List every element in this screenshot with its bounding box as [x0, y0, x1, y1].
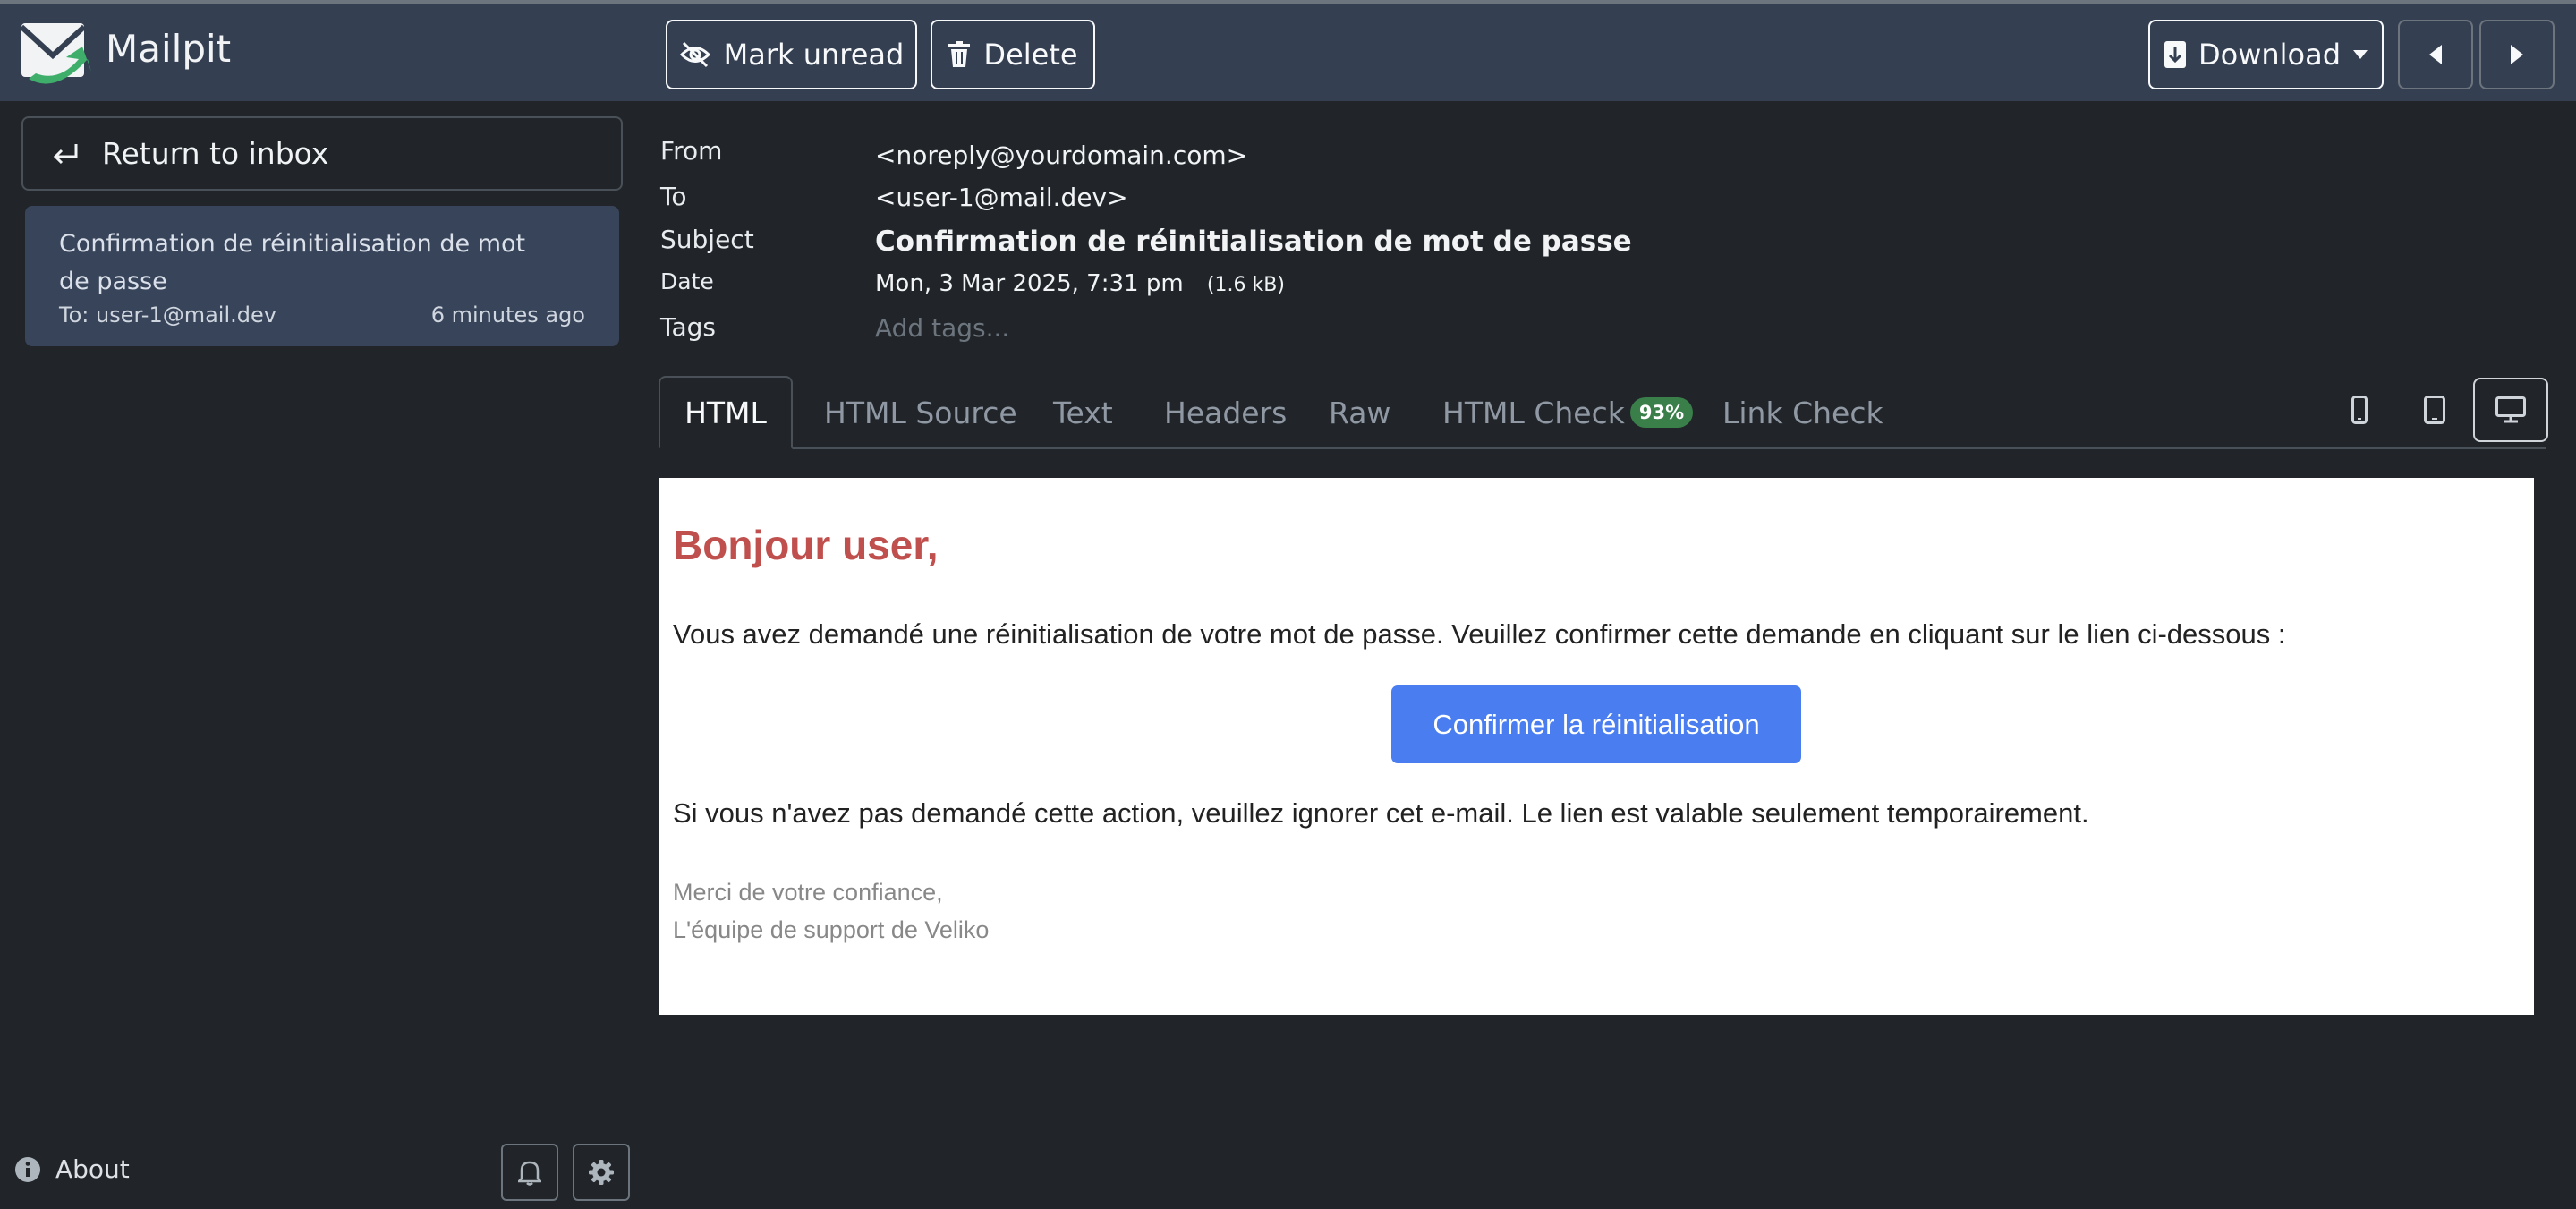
tab-html-source[interactable]: HTML Source: [824, 376, 1017, 449]
download-label: Download: [2198, 38, 2342, 72]
to-value: <user-1@mail.dev>: [875, 183, 1128, 212]
subject-value: Confirmation de réinitialisation de mot …: [875, 226, 1632, 258]
tags-label: Tags: [660, 312, 716, 342]
confirm-reset-button[interactable]: Confirmer la réinitialisation: [1391, 685, 1801, 763]
message-size: (1.6 kB): [1206, 274, 1285, 296]
caret-down-icon: [2353, 50, 2368, 59]
list-item-recipient: To: user-1@mail.dev: [59, 302, 276, 328]
caret-left-icon: [2429, 45, 2442, 64]
caret-right-icon: [2511, 45, 2523, 64]
mark-unread-label: Mark unread: [723, 38, 905, 72]
tab-text[interactable]: Text: [1053, 376, 1113, 449]
mailpit-logo-icon[interactable]: [20, 20, 93, 88]
email-heading: Bonjour user,: [673, 522, 939, 568]
about-link[interactable]: About: [14, 1154, 130, 1184]
html-check-score-badge: 93%: [1629, 397, 1694, 428]
tab-html-check[interactable]: HTML Check 93%: [1442, 376, 1694, 449]
tab-headers[interactable]: Headers: [1164, 376, 1287, 449]
tags-input[interactable]: Add tags...: [875, 313, 1009, 343]
delete-label: Delete: [983, 38, 1078, 72]
subject-label: Subject: [660, 225, 754, 254]
phone-icon: [2351, 396, 2368, 424]
previous-message-button[interactable]: [2398, 20, 2473, 89]
notifications-button[interactable]: [501, 1144, 558, 1201]
list-item-subject: Confirmation de réinitialisation de mot …: [59, 230, 526, 295]
email-paragraph-1: Vous avez demandé une réinitialisation d…: [673, 618, 2286, 650]
tablet-icon: [2424, 396, 2445, 424]
tab-html-check-label: HTML Check: [1442, 395, 1625, 430]
eye-slash-icon: [679, 41, 710, 68]
trash-icon: [948, 41, 971, 67]
delete-button[interactable]: Delete: [931, 20, 1095, 89]
about-label: About: [55, 1154, 130, 1184]
email-paragraph-2: Si vous n'avez pas demandé cette action,…: [673, 797, 2089, 829]
to-label: To: [660, 182, 687, 211]
date-value: Mon, 3 Mar 2025, 7:31 pm (1.6 kB): [875, 270, 1285, 297]
list-item-active-message[interactable]: Confirmation de réinitialisation de mot …: [25, 206, 619, 346]
signature-line-1: Merci de votre confiance,: [673, 879, 943, 906]
from-value: <noreply@yourdomain.com>: [875, 140, 1248, 170]
date-label: Date: [660, 268, 714, 294]
next-message-button[interactable]: [2479, 20, 2555, 89]
tab-link-check[interactable]: Link Check: [1722, 376, 1883, 449]
gear-icon: [589, 1160, 614, 1185]
navbar: Mailpit Mark unread Delete Download: [0, 4, 2576, 101]
download-button[interactable]: Download: [2148, 20, 2384, 89]
tab-raw[interactable]: Raw: [1329, 376, 1390, 449]
file-download-icon: [2164, 41, 2186, 68]
info-icon: [15, 1156, 40, 1182]
phone-view-button[interactable]: [2326, 378, 2393, 442]
list-item-time: 6 minutes ago: [430, 302, 585, 328]
return-to-inbox-button[interactable]: Return to inbox: [21, 116, 623, 191]
email-signature: Merci de votre confiance, L'équipe de su…: [673, 873, 989, 949]
bell-icon: [518, 1161, 541, 1186]
tablet-view-button[interactable]: [2402, 378, 2468, 442]
from-label: From: [660, 136, 723, 166]
email-preview: Bonjour user, Vous avez demandé une réin…: [659, 478, 2534, 1015]
settings-button[interactable]: [573, 1144, 630, 1201]
date-text: Mon, 3 Mar 2025, 7:31 pm: [875, 270, 1184, 297]
mark-unread-button[interactable]: Mark unread: [666, 20, 917, 89]
tab-html[interactable]: HTML: [659, 376, 793, 449]
desktop-view-button[interactable]: [2473, 378, 2548, 442]
return-arrow-icon: [53, 143, 78, 164]
signature-line-2: L'équipe de support de Veliko: [673, 916, 990, 943]
return-to-inbox-label: Return to inbox: [102, 136, 329, 171]
monitor-icon: [2495, 396, 2526, 423]
app-title[interactable]: Mailpit: [106, 27, 231, 71]
